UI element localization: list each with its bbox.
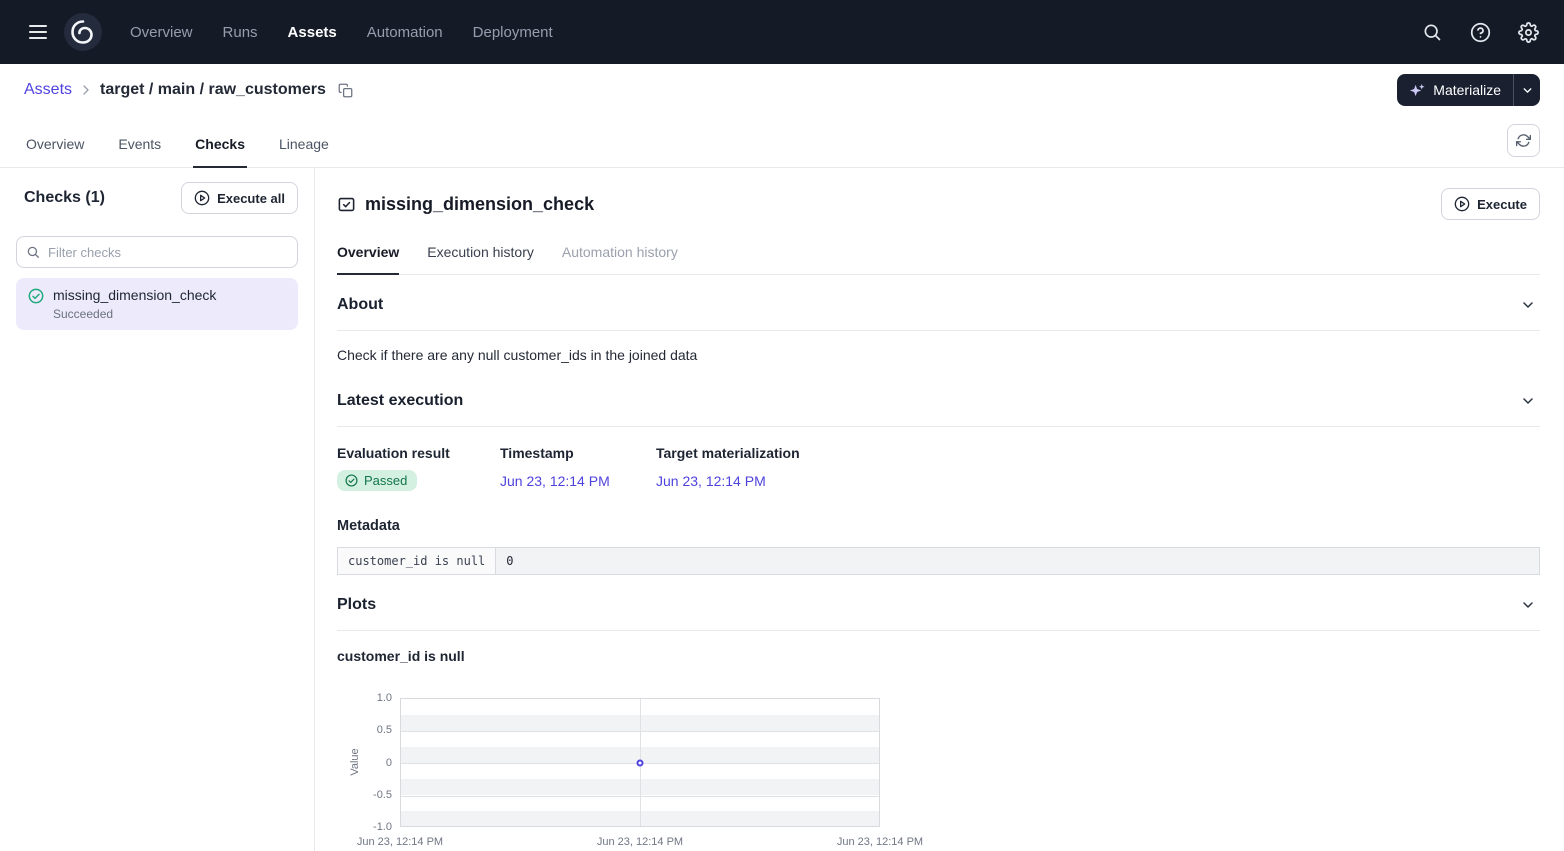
checks-count-title: Checks (1)	[24, 189, 105, 207]
check-value-chart: Value 1.0 0.5 0 -0.5 -1.0 Jun 23, 12:14 …	[337, 698, 1540, 851]
plot-title: customer_id is null	[337, 648, 1540, 664]
dagster-logo-icon[interactable]	[64, 13, 102, 51]
y-tick: -0.5	[337, 788, 392, 802]
about-heading: About	[337, 296, 383, 314]
top-navbar: Overview Runs Assets Automation Deployme…	[0, 0, 1564, 64]
target-materialization-link[interactable]: Jun 23, 12:14 PM	[656, 473, 800, 489]
chevron-down-icon	[1520, 393, 1536, 409]
metadata-value: 0	[496, 548, 1540, 575]
checks-sidebar: Checks (1) Execute all missing_dimension…	[0, 168, 315, 851]
materialize-dropdown-button[interactable]	[1513, 74, 1540, 106]
detail-tab-execution-history[interactable]: Execution history	[427, 244, 534, 275]
latest-execution-section: Latest execution Evaluation result Passe…	[337, 371, 1540, 575]
latest-execution-summary: Evaluation result Passed Timestamp Jun 2…	[337, 445, 1540, 491]
materialize-split-button: Materialize	[1397, 74, 1540, 106]
copy-asset-key-button[interactable]	[334, 78, 358, 102]
plots-section: Plots customer_id is null Value 1.0 0.5 …	[337, 575, 1540, 851]
check-detail-panel: missing_dimension_check Execute Overview…	[315, 168, 1564, 851]
target-materialization-header: Target materialization	[656, 445, 800, 461]
play-circle-icon	[1454, 196, 1470, 212]
metadata-key: customer_id is null	[338, 548, 496, 575]
nav-item-deployment[interactable]: Deployment	[473, 24, 553, 41]
refresh-button[interactable]	[1507, 124, 1540, 157]
data-point[interactable]	[637, 759, 644, 766]
chevron-down-icon	[1520, 597, 1536, 613]
asset-tabs: Overview Events Checks Lineage	[0, 116, 1564, 168]
hamburger-menu-button[interactable]	[20, 14, 56, 50]
tab-events[interactable]: Events	[116, 136, 163, 168]
execute-button[interactable]: Execute	[1441, 188, 1540, 220]
metadata-table: customer_id is null 0	[337, 547, 1540, 575]
chevron-down-icon	[1521, 84, 1534, 97]
asset-check-icon	[337, 195, 356, 214]
nav-item-overview[interactable]: Overview	[130, 24, 193, 41]
refresh-icon	[1516, 133, 1531, 148]
copy-icon	[338, 83, 353, 98]
tab-checks[interactable]: Checks	[193, 136, 247, 168]
search-icon	[26, 245, 40, 259]
timestamp-header: Timestamp	[500, 445, 656, 461]
filter-checks-input[interactable]	[16, 236, 298, 268]
check-item-name: missing_dimension_check	[53, 287, 216, 303]
x-tick: Jun 23, 12:14 PM	[345, 836, 455, 848]
nav-item-runs[interactable]: Runs	[223, 24, 258, 41]
breadcrumb-assets-link[interactable]: Assets	[24, 81, 72, 99]
help-button[interactable]	[1464, 16, 1496, 48]
chevron-right-icon	[78, 82, 94, 98]
breadcrumb-bar: Assets target / main / raw_customers Mat…	[0, 64, 1564, 116]
content-area: Checks (1) Execute all missing_dimension…	[0, 168, 1564, 851]
collapse-latest-execution-button[interactable]	[1516, 389, 1540, 413]
check-detail-tabs: Overview Execution history Automation hi…	[337, 244, 1540, 275]
passed-badge: Passed	[337, 470, 417, 491]
filter-checks-field	[16, 236, 298, 268]
y-tick: 0	[337, 756, 392, 770]
detail-tab-automation-history[interactable]: Automation history	[562, 244, 678, 275]
asset-key-path: target / main / raw_customers	[100, 81, 326, 99]
search-icon	[1422, 22, 1442, 42]
execute-all-label: Execute all	[217, 191, 285, 206]
evaluation-result-header: Evaluation result	[337, 445, 500, 461]
check-item-status: Succeeded	[53, 307, 216, 321]
tab-overview[interactable]: Overview	[24, 136, 86, 168]
chevron-down-icon	[1520, 297, 1536, 313]
about-section: About Check if there are any null custom…	[337, 275, 1540, 371]
nav-item-automation[interactable]: Automation	[367, 24, 443, 41]
gear-icon	[1518, 22, 1539, 43]
check-detail-title: missing_dimension_check	[365, 194, 594, 215]
x-tick: Jun 23, 12:14 PM	[825, 836, 935, 848]
navbar-actions	[1416, 16, 1544, 48]
help-icon	[1470, 22, 1491, 43]
collapse-plots-button[interactable]	[1516, 593, 1540, 617]
evaluation-result-value: Passed	[364, 473, 407, 488]
materialize-label: Materialize	[1433, 82, 1501, 98]
play-circle-icon	[194, 190, 210, 206]
plot-area	[400, 698, 880, 827]
primary-nav: Overview Runs Assets Automation Deployme…	[130, 24, 553, 41]
detail-tab-overview[interactable]: Overview	[337, 244, 399, 275]
execute-label: Execute	[1477, 197, 1527, 212]
plots-heading: Plots	[337, 596, 376, 614]
check-list: missing_dimension_check Succeeded	[0, 278, 314, 330]
check-description: Check if there are any null customer_ids…	[337, 331, 1540, 371]
metadata-row: customer_id is null 0	[338, 548, 1540, 575]
check-circle-icon	[345, 474, 358, 487]
collapse-about-button[interactable]	[1516, 293, 1540, 317]
y-tick: 1.0	[337, 691, 392, 705]
nav-item-assets[interactable]: Assets	[288, 24, 337, 41]
tab-lineage[interactable]: Lineage	[277, 136, 331, 168]
settings-button[interactable]	[1512, 16, 1544, 48]
materialize-button[interactable]: Materialize	[1397, 74, 1513, 106]
check-list-item[interactable]: missing_dimension_check Succeeded	[16, 278, 298, 330]
execute-all-button[interactable]: Execute all	[181, 182, 298, 214]
hamburger-icon	[29, 25, 47, 39]
y-tick: -1.0	[337, 820, 392, 834]
x-tick: Jun 23, 12:14 PM	[585, 836, 695, 848]
timestamp-link[interactable]: Jun 23, 12:14 PM	[500, 473, 656, 489]
y-tick: 0.5	[337, 723, 392, 737]
search-button[interactable]	[1416, 16, 1448, 48]
latest-execution-heading: Latest execution	[337, 392, 463, 410]
metadata-heading: Metadata	[337, 518, 1540, 534]
sparkle-icon	[1409, 82, 1426, 99]
check-circle-icon	[28, 288, 44, 304]
